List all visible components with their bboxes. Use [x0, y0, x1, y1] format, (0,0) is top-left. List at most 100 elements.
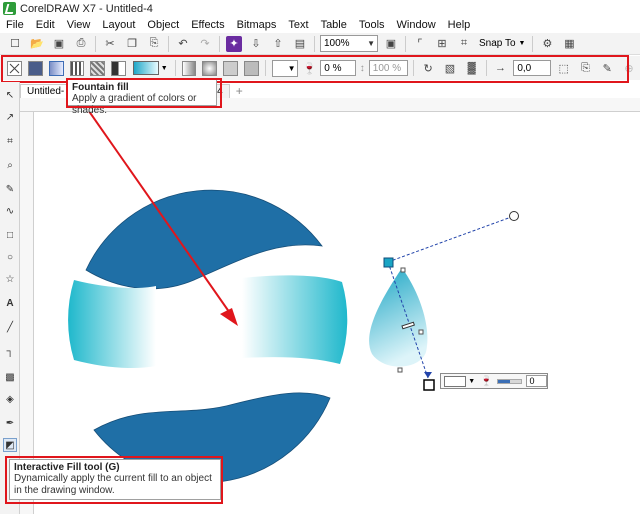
reverse-fill-icon[interactable]: ↻: [420, 60, 436, 76]
parallel-dimension-tool-icon[interactable]: ╱: [3, 320, 17, 334]
acceleration-field[interactable]: 0,0: [513, 60, 551, 76]
connector-tool-icon[interactable]: ┐: [3, 344, 17, 358]
open-icon[interactable]: 📂: [29, 36, 45, 52]
text-tool-icon[interactable]: A: [3, 296, 17, 310]
uniform-fill-button[interactable]: [28, 60, 43, 76]
print-icon[interactable]: ⎙: [73, 36, 89, 52]
right-gradient-band[interactable]: [242, 275, 348, 364]
application-launcher-icon[interactable]: ▦: [561, 36, 577, 52]
new-document-icon[interactable]: ☐: [7, 36, 23, 52]
publish-pdf-icon[interactable]: ▤: [292, 36, 308, 52]
color-eyedropper-tool-icon[interactable]: ✒: [3, 416, 17, 430]
elliptical-fountain-button[interactable]: [202, 60, 218, 76]
node-transparency-input[interactable]: 0: [526, 375, 547, 387]
acceleration-value: 0,0: [517, 62, 532, 74]
rectangle-tool-icon[interactable]: □: [3, 228, 17, 242]
menu-edit[interactable]: Edit: [30, 19, 61, 31]
save-icon[interactable]: ▣: [51, 36, 67, 52]
two-color-pattern-fill-button[interactable]: [111, 60, 127, 76]
drawing-canvas[interactable]: [34, 83, 640, 514]
snap-to-dropdown[interactable]: Snap To ▼: [479, 38, 525, 49]
crop-tool-icon[interactable]: ⌗: [3, 134, 17, 148]
node-position-icon: ↕: [359, 62, 365, 74]
shape-tool-icon[interactable]: ↗: [3, 110, 17, 124]
fill-picker-swatch[interactable]: [133, 61, 159, 75]
export-icon[interactable]: ⇧: [270, 36, 286, 52]
bitmap-pattern-fill-button[interactable]: [90, 60, 106, 76]
fill-start-node[interactable]: [383, 257, 394, 268]
tab-label: Untitled-: [27, 86, 65, 97]
coreldraw-window: CorelDRAW X7 - Untitled-4 File Edit View…: [0, 0, 640, 514]
fill-end-node[interactable]: [423, 379, 435, 391]
freehand-tool-icon[interactable]: ✎: [3, 182, 17, 196]
artistic-media-tool-icon[interactable]: ∿: [3, 204, 17, 218]
chevron-down-icon[interactable]: ▼: [468, 378, 475, 385]
toolbox: ↖ ↗ ⌗ ⌕ ✎ ∿ □ ○ ☆ A ╱ ┐ ▩ ◈ ✒ ◩: [0, 82, 20, 514]
add-icon[interactable]: ⊕: [621, 60, 637, 76]
teardrop-shape[interactable]: [369, 268, 428, 367]
cut-icon[interactable]: ✂: [102, 36, 118, 52]
show-grid-icon[interactable]: ⊞: [434, 36, 450, 52]
copy-icon[interactable]: ❐: [124, 36, 140, 52]
show-rulers-icon[interactable]: ⌜: [412, 36, 428, 52]
toolbar-separator: [95, 35, 96, 52]
node-color-swatch[interactable]: [444, 375, 467, 387]
chevron-down-icon: ▼: [367, 39, 375, 48]
menu-file[interactable]: File: [0, 19, 30, 31]
blend-tool-icon[interactable]: ▩: [3, 370, 17, 384]
menu-view[interactable]: View: [61, 19, 97, 31]
fill-handle-node[interactable]: [418, 329, 424, 335]
undo-icon[interactable]: ↶: [175, 36, 191, 52]
rectangular-fountain-button[interactable]: [244, 60, 259, 76]
copy-fill-icon[interactable]: ⎘: [578, 60, 594, 76]
zoom-level-value: 100%: [324, 38, 350, 49]
fill-handle-node[interactable]: [397, 367, 403, 373]
menu-object[interactable]: Object: [141, 19, 185, 31]
drawing-artwork: [68, 83, 519, 484]
options-icon[interactable]: ⚙: [539, 36, 555, 52]
full-screen-preview-icon[interactable]: ▣: [383, 36, 399, 52]
circle-top-segment[interactable]: [85, 189, 323, 290]
menu-table[interactable]: Table: [315, 19, 353, 31]
left-gradient-band[interactable]: [68, 280, 156, 368]
search-content-icon[interactable]: ✦: [226, 35, 242, 52]
fill-rotation-handle[interactable]: [509, 211, 519, 221]
linear-fountain-button[interactable]: [181, 60, 197, 76]
node-transparency-slider[interactable]: [496, 378, 523, 384]
transparency-tool-icon[interactable]: ◈: [3, 392, 17, 406]
polygon-tool-icon[interactable]: ☆: [3, 272, 17, 286]
free-scale-skew-icon[interactable]: ⬚: [556, 60, 572, 76]
add-tab-icon[interactable]: +: [236, 84, 243, 98]
node-position-field[interactable]: 100 %: [368, 60, 409, 76]
redo-icon[interactable]: ↷: [197, 36, 213, 52]
show-guidelines-icon[interactable]: ⌗: [456, 36, 472, 52]
menu-help[interactable]: Help: [442, 19, 477, 31]
chevron-down-icon[interactable]: ▼: [161, 65, 168, 72]
paste-icon[interactable]: ⎘: [146, 36, 162, 52]
pick-tool-icon[interactable]: ↖: [3, 88, 17, 102]
ellipse-tool-icon[interactable]: ○: [3, 250, 17, 264]
menu-layout[interactable]: Layout: [96, 19, 141, 31]
fill-handle-node[interactable]: [400, 267, 406, 273]
node-color-select[interactable]: ▼: [271, 59, 298, 77]
menu-tools[interactable]: Tools: [353, 19, 391, 31]
smooth-icon[interactable]: ▓: [464, 60, 480, 76]
interactive-fill-tool-icon[interactable]: ◩: [3, 438, 17, 452]
no-fill-button[interactable]: [7, 60, 22, 76]
vector-pattern-fill-button[interactable]: [69, 60, 85, 76]
node-transparency-field[interactable]: 0 %: [320, 60, 356, 76]
menu-effects[interactable]: Effects: [185, 19, 230, 31]
zoom-level-select[interactable]: 100% ▼: [320, 35, 378, 52]
import-icon[interactable]: ⇩: [248, 36, 264, 52]
zoom-tool-icon[interactable]: ⌕: [3, 158, 17, 172]
vertical-ruler[interactable]: [20, 112, 34, 514]
menu-bitmaps[interactable]: Bitmaps: [231, 19, 283, 31]
conical-fountain-button[interactable]: [223, 60, 239, 76]
menu-text[interactable]: Text: [282, 19, 314, 31]
edit-fill-icon[interactable]: ✎: [599, 60, 615, 76]
menu-window[interactable]: Window: [391, 19, 442, 31]
fountain-fill-button[interactable]: [48, 60, 64, 76]
tab-untitled[interactable]: Untitled-: [20, 84, 72, 98]
toolbar-separator: [405, 35, 406, 52]
mirror-repeat-icon[interactable]: ▧: [442, 60, 458, 76]
